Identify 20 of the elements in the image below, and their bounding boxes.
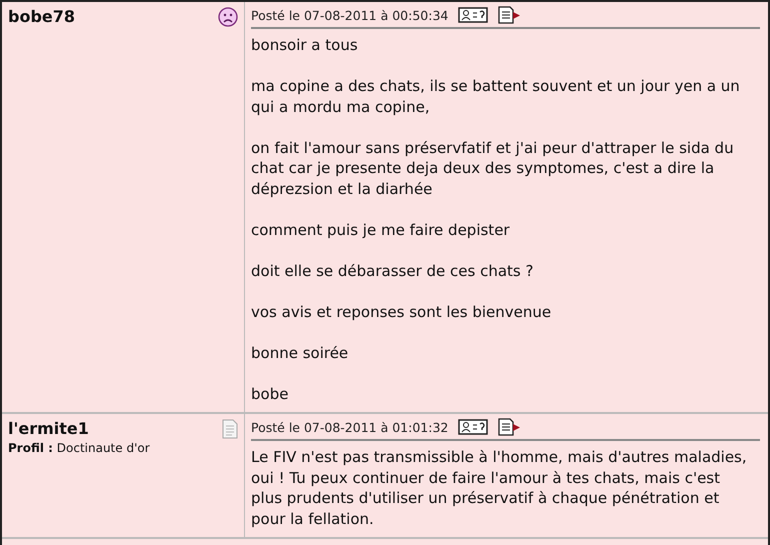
sad-face-icon <box>218 7 238 27</box>
quote-document-icon[interactable] <box>498 6 522 24</box>
post-paragraph: Le FIV n'est pas transmissible à l'homme, mais d'autres maladies, oui ! Tu peux continuer de faire l'amour à tes chats, mais c'est plus prudents d'utiliser un préservatif à chaque pénétration et pour la fellation. <box>251 447 748 529</box>
document-icon <box>222 419 238 439</box>
profile-rank: Profil : Doctinaute d'or <box>8 441 151 455</box>
post-paragraph: comment puis je me faire depister <box>251 220 511 240</box>
post-paragraph: vos avis et reponses sont les bienvenue <box>251 302 552 322</box>
post-paragraph: bonsoir a tous <box>251 35 359 56</box>
quote-document-icon[interactable] <box>498 418 522 436</box>
author-name[interactable]: bobe78 <box>8 7 76 26</box>
profile-card-icon[interactable] <box>458 419 488 435</box>
post-date: Posté le 07-08-2011 à 01:01:32 <box>251 420 448 434</box>
post-paragraph: on fait l'amour sans préservfatif et j'ai peur d'attraper le sida du chat car je presente deja deux des symptomes, c'est a dire la déprezsion et la diarhée <box>251 138 735 199</box>
author-name[interactable]: l'ermite1 <box>8 419 89 438</box>
post-paragraph: bobe <box>251 384 290 404</box>
post-date: Posté le 07-08-2011 à 00:50:34 <box>251 8 448 22</box>
post-paragraph: doit elle se débarasser de ces chats ? <box>251 260 534 281</box>
post-paragraph: bonne soirée <box>251 342 350 363</box>
profile-card-icon[interactable] <box>458 7 488 23</box>
post-paragraph: ma copine a des chats, ils se battent souvent et un jour yen a un qui a mordu ma copine, <box>251 76 741 117</box>
